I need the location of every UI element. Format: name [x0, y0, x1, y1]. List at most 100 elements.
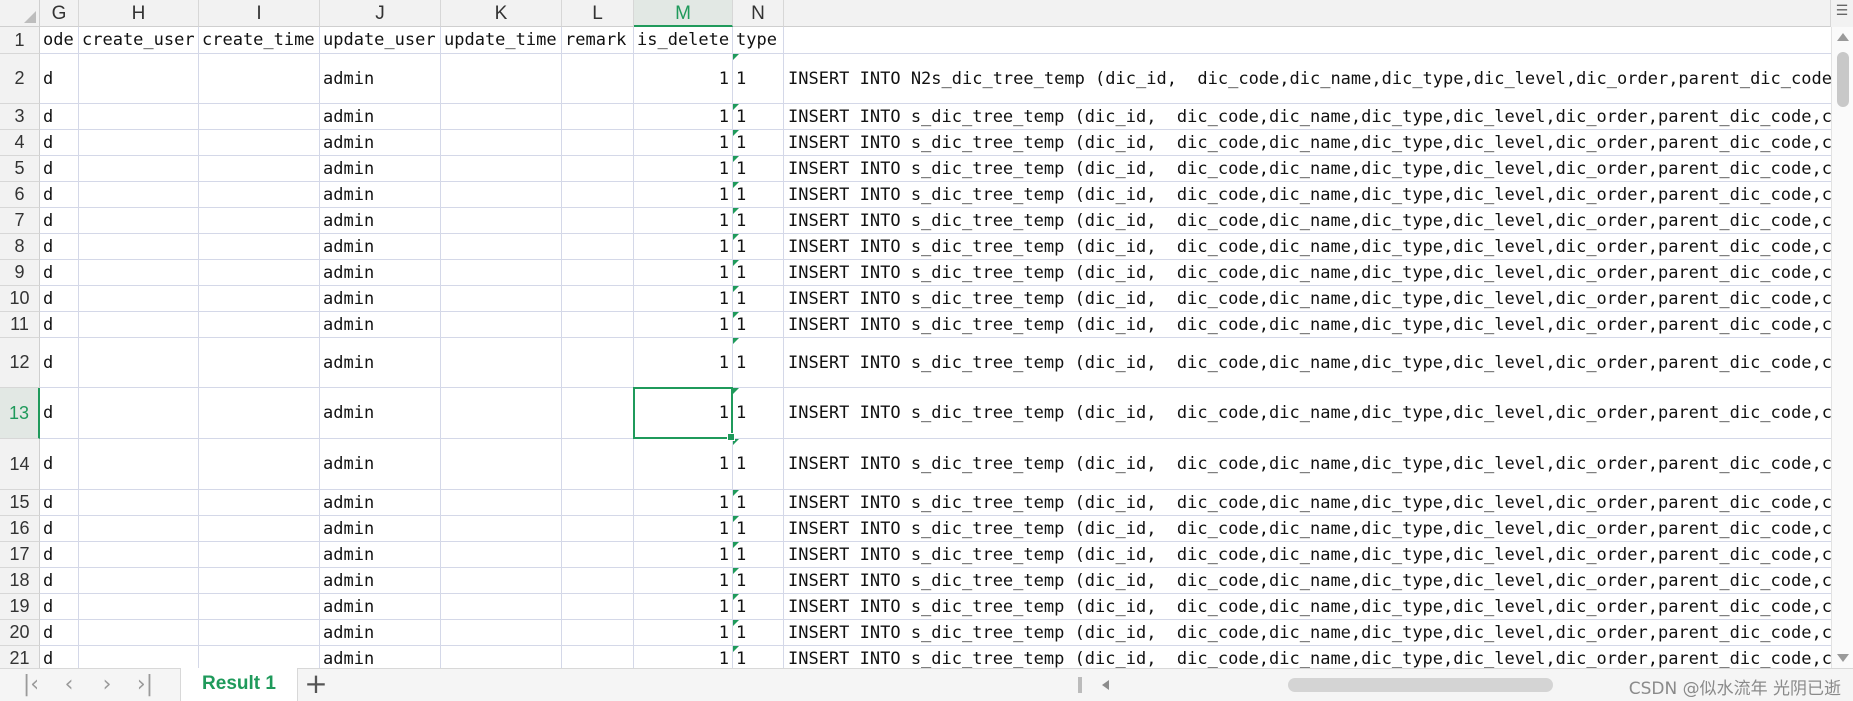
sql-cell-19[interactable]: INSERT INTO s_dic_tree_temp (dic_id, dic…: [784, 594, 1853, 620]
column-header-blank[interactable]: [784, 0, 1831, 27]
cell-k19[interactable]: [441, 594, 562, 620]
cell-j11[interactable]: admin: [320, 312, 441, 338]
cell-n18[interactable]: 1: [733, 568, 784, 594]
cell-j6[interactable]: admin: [320, 182, 441, 208]
cell-i21[interactable]: [199, 646, 320, 668]
cell-h6[interactable]: [79, 182, 199, 208]
cell-l9[interactable]: [562, 260, 634, 286]
row-header-14[interactable]: 14: [0, 439, 40, 490]
cell-k4[interactable]: [441, 130, 562, 156]
sql-cell-17[interactable]: INSERT INTO s_dic_tree_temp (dic_id, dic…: [784, 542, 1853, 568]
cell-l8[interactable]: [562, 234, 634, 260]
sql-cell-13[interactable]: INSERT INTO s_dic_tree_temp (dic_id, dic…: [784, 388, 1853, 439]
sheet-options-icon[interactable]: ☰: [1831, 0, 1853, 27]
cell-k6[interactable]: [441, 182, 562, 208]
cell-l4[interactable]: [562, 130, 634, 156]
cell-k11[interactable]: [441, 312, 562, 338]
cell-n17[interactable]: 1: [733, 542, 784, 568]
cell-h14[interactable]: [79, 439, 199, 490]
cell-i3[interactable]: [199, 104, 320, 130]
cell-j21[interactable]: admin: [320, 646, 441, 668]
cell-g18[interactable]: d: [40, 568, 79, 594]
cell-h2[interactable]: [79, 54, 199, 104]
sql-cell-2[interactable]: INSERT INTO N2s_dic_tree_temp (dic_id, d…: [784, 54, 1853, 104]
cell-l6[interactable]: [562, 182, 634, 208]
sql-cell-7[interactable]: INSERT INTO s_dic_tree_temp (dic_id, dic…: [784, 208, 1853, 234]
cell-m18[interactable]: 1: [634, 568, 733, 594]
cell-g5[interactable]: d: [40, 156, 79, 182]
cell-m11[interactable]: 1: [634, 312, 733, 338]
cell-i15[interactable]: [199, 490, 320, 516]
row-header-16[interactable]: 16: [0, 516, 40, 542]
cell-j15[interactable]: admin: [320, 490, 441, 516]
row-header-5[interactable]: 5: [0, 156, 40, 182]
cell-g8[interactable]: d: [40, 234, 79, 260]
sql-cell-4[interactable]: INSERT INTO s_dic_tree_temp (dic_id, dic…: [784, 130, 1853, 156]
cell-g16[interactable]: d: [40, 516, 79, 542]
row-header-4[interactable]: 4: [0, 130, 40, 156]
cell-n11[interactable]: 1: [733, 312, 784, 338]
row-header-11[interactable]: 11: [0, 312, 40, 338]
cell-g14[interactable]: d: [40, 439, 79, 490]
cell-i2[interactable]: [199, 54, 320, 104]
sql-cell-5[interactable]: INSERT INTO s_dic_tree_temp (dic_id, dic…: [784, 156, 1853, 182]
cell-j2[interactable]: admin: [320, 54, 441, 104]
header-cell-g[interactable]: ode: [40, 27, 79, 54]
cell-h17[interactable]: [79, 542, 199, 568]
cell-l2[interactable]: [562, 54, 634, 104]
cell-i5[interactable]: [199, 156, 320, 182]
cell-k20[interactable]: [441, 620, 562, 646]
cell-h7[interactable]: [79, 208, 199, 234]
cell-g17[interactable]: d: [40, 542, 79, 568]
cell-j9[interactable]: admin: [320, 260, 441, 286]
column-header-h[interactable]: H: [79, 0, 199, 27]
header-cell-n[interactable]: type: [733, 27, 784, 54]
cell-g11[interactable]: d: [40, 312, 79, 338]
header-cell-j[interactable]: update_user: [320, 27, 441, 54]
cell-l17[interactable]: [562, 542, 634, 568]
cell-g20[interactable]: d: [40, 620, 79, 646]
cell-j13[interactable]: admin: [320, 388, 441, 439]
cell-i18[interactable]: [199, 568, 320, 594]
cell-m12[interactable]: 1: [634, 338, 733, 388]
cell-j12[interactable]: admin: [320, 338, 441, 388]
cell-l12[interactable]: [562, 338, 634, 388]
cell-i9[interactable]: [199, 260, 320, 286]
cell-k15[interactable]: [441, 490, 562, 516]
cell-m7[interactable]: 1: [634, 208, 733, 234]
cell-n19[interactable]: 1: [733, 594, 784, 620]
cell-i8[interactable]: [199, 234, 320, 260]
cell-i20[interactable]: [199, 620, 320, 646]
row-header-18[interactable]: 18: [0, 568, 40, 594]
cell-l18[interactable]: [562, 568, 634, 594]
cell-n7[interactable]: 1: [733, 208, 784, 234]
cell-k5[interactable]: [441, 156, 562, 182]
cell-g2[interactable]: d: [40, 54, 79, 104]
cell-i14[interactable]: [199, 439, 320, 490]
cell-n13[interactable]: 1: [733, 388, 784, 439]
scroll-left-icon[interactable]: [1102, 680, 1109, 690]
row-header-2[interactable]: 2: [0, 54, 40, 104]
cell-i19[interactable]: [199, 594, 320, 620]
cell-m15[interactable]: 1: [634, 490, 733, 516]
cell-m8[interactable]: 1: [634, 234, 733, 260]
cell-k18[interactable]: [441, 568, 562, 594]
cell-h11[interactable]: [79, 312, 199, 338]
cell-i13[interactable]: [199, 388, 320, 439]
cell-m21[interactable]: 1: [634, 646, 733, 668]
row-header-9[interactable]: 9: [0, 260, 40, 286]
cell-l14[interactable]: [562, 439, 634, 490]
cell-k7[interactable]: [441, 208, 562, 234]
cell-n16[interactable]: 1: [733, 516, 784, 542]
sql-cell-9[interactable]: INSERT INTO s_dic_tree_temp (dic_id, dic…: [784, 260, 1853, 286]
cell-g19[interactable]: d: [40, 594, 79, 620]
cell-n15[interactable]: 1: [733, 490, 784, 516]
cell-h16[interactable]: [79, 516, 199, 542]
cell-j8[interactable]: admin: [320, 234, 441, 260]
row-header-19[interactable]: 19: [0, 594, 40, 620]
cell-k13[interactable]: [441, 388, 562, 439]
row-header-7[interactable]: 7: [0, 208, 40, 234]
header-cell-k[interactable]: update_time: [441, 27, 562, 54]
cell-l13[interactable]: [562, 388, 634, 439]
prev-sheet-icon[interactable]: ‹: [54, 673, 84, 697]
